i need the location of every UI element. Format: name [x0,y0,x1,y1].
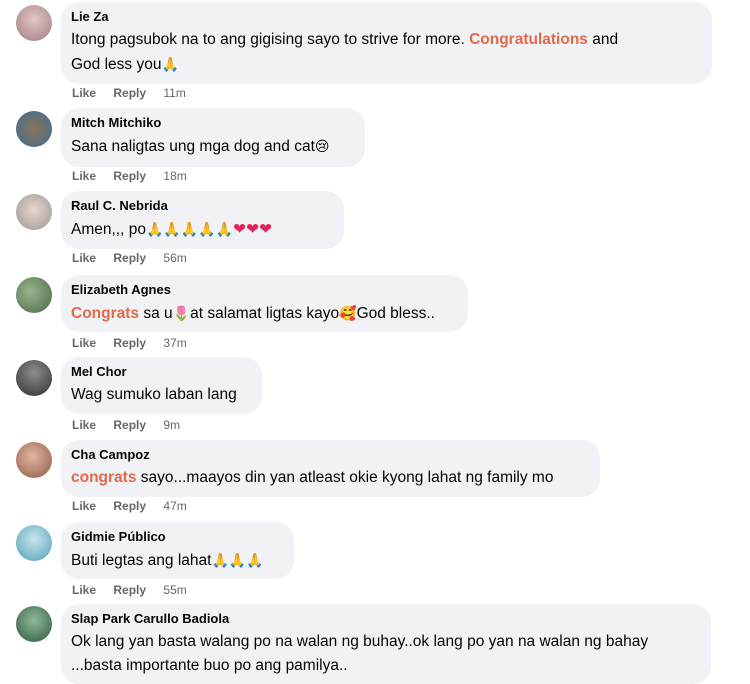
comment-text: Amen,,, po🙏🙏🙏🙏🙏❤❤❤ [71,217,332,242]
comment-author[interactable]: Elizabeth Agnes [71,282,456,298]
comment-actions: Like Reply 56m [72,251,201,265]
comment-time[interactable]: 55m [163,583,186,597]
comment-bubble: Raul C. Nebrida Amen,,, po🙏🙏🙏🙏🙏❤❤❤ [61,191,344,249]
like-button[interactable]: Like [72,418,96,432]
avatar[interactable] [16,277,52,313]
comment-author[interactable]: Mitch Mitchiko [71,115,353,131]
comment-bubble: Mel Chor Wag sumuko laban lang [61,357,262,414]
reply-button[interactable]: Reply [113,499,146,513]
comment-author[interactable]: Raul C. Nebrida [71,198,332,214]
like-button[interactable]: Like [72,336,96,350]
avatar[interactable] [16,525,52,561]
comment-text: Congrats sa u🌷at salamat ligtas kayo🥰God… [71,301,456,326]
comment-text-part: God bless.. [356,305,435,322]
pray-emoji: 🙏🙏🙏🙏🙏 [145,221,234,237]
heart-icon: ❤❤❤ [233,221,273,238]
comment-text: Buti legtas ang lahat🙏🙏🙏 [71,548,282,573]
like-button[interactable]: Like [72,86,96,100]
comment-text-part: sayo...maayos din yan atleast okie kyong… [136,469,554,486]
avatar[interactable] [16,360,52,396]
comment-text-part: at salamat ligtas kayo [190,305,340,322]
avatar[interactable] [16,606,52,642]
reply-button[interactable]: Reply [113,251,146,265]
comment-author[interactable]: Lie Za [71,9,700,25]
like-button[interactable]: Like [72,499,96,513]
comment-text: congrats sayo...maayos din yan atleast o… [71,466,588,490]
avatar[interactable] [16,111,52,147]
comment-text-part: ...basta importante buo po ang pamilya.. [71,657,348,674]
comment-bubble: Lie Za Itong pagsubok na to ang gigising… [61,2,712,84]
reply-button[interactable]: Reply [113,418,146,432]
comment-author[interactable]: Gidmie Público [71,529,282,545]
highlight-word[interactable]: Congrats [71,305,139,322]
reply-button[interactable]: Reply [113,336,146,350]
sad-emoji: 😢 [314,138,330,154]
avatar[interactable] [16,5,52,41]
comment-author[interactable]: Cha Campoz [71,447,588,463]
comment-time[interactable]: 9m [163,418,180,432]
comment-time[interactable]: 37m [163,336,186,350]
comment-actions: Like Reply 11m [72,86,200,100]
comment-text-part: Itong pagsubok na to ang gigising sayo t… [71,31,470,48]
comment-text-part: Buti legtas ang lahat [71,552,212,569]
reply-button[interactable]: Reply [113,169,146,183]
reply-button[interactable]: Reply [113,583,146,597]
comment-bubble: Cha Campoz congrats sayo...maayos din ya… [61,440,600,497]
comment-text: Itong pagsubok na to ang gigising sayo t… [71,28,700,77]
tulip-emoji: 🌷 [172,305,191,321]
highlight-word[interactable]: congrats [71,469,136,486]
avatar[interactable] [16,442,52,478]
comment-actions: Like Reply 47m [72,499,201,513]
comment-text: Wag sumuko laban lang [71,386,237,403]
comment-time[interactable]: 56m [163,251,186,265]
reply-button[interactable]: Reply [113,86,146,100]
comment-text-part: God less you [71,56,162,73]
comment-author[interactable]: Mel Chor [71,364,250,380]
comment-bubble: Gidmie Público Buti legtas ang lahat🙏🙏🙏 [61,522,294,579]
comment-text-part: and [587,31,619,48]
highlight-word[interactable]: Congratulations [469,31,588,48]
comment-time[interactable]: 11m [163,86,185,100]
comment-time[interactable]: 47m [163,499,186,513]
comment-text-part: sa u [139,305,173,322]
comment-text: Ok lang yan basta walang po na walan ng … [71,630,699,678]
comment-text-part: Ok lang yan basta walang po na walan ng … [71,633,649,650]
comment-text-part: Amen,,, po [71,221,146,238]
comment-time[interactable]: 18m [163,169,186,183]
comment-author[interactable]: Slap Park Carullo Badiola [71,611,699,627]
comment-actions: Like Reply 9m [72,418,194,432]
comment-bubble: Mitch Mitchiko Sana naligtas ung mga dog… [61,108,365,167]
like-button[interactable]: Like [72,169,96,183]
like-button[interactable]: Like [72,583,96,597]
like-button[interactable]: Like [72,251,96,265]
comment-actions: Like Reply 55m [72,583,201,597]
smiling-hearts-emoji: 🥰 [339,305,357,321]
pray-emoji: 🙏 [161,56,179,72]
comment-bubble: Slap Park Carullo Badiola Ok lang yan ba… [61,604,711,684]
avatar[interactable] [16,194,52,230]
comment-actions: Like Reply 18m [72,169,201,183]
comment-text: Sana naligtas ung mga dog and cat😢 [71,134,353,159]
pray-emoji: 🙏🙏🙏 [211,552,264,568]
comment-text-part: Sana naligtas ung mga dog and cat [71,138,315,155]
comment-bubble: Elizabeth Agnes Congrats sa u🌷at salamat… [61,275,468,332]
comment-actions: Like Reply 37m [72,336,201,350]
